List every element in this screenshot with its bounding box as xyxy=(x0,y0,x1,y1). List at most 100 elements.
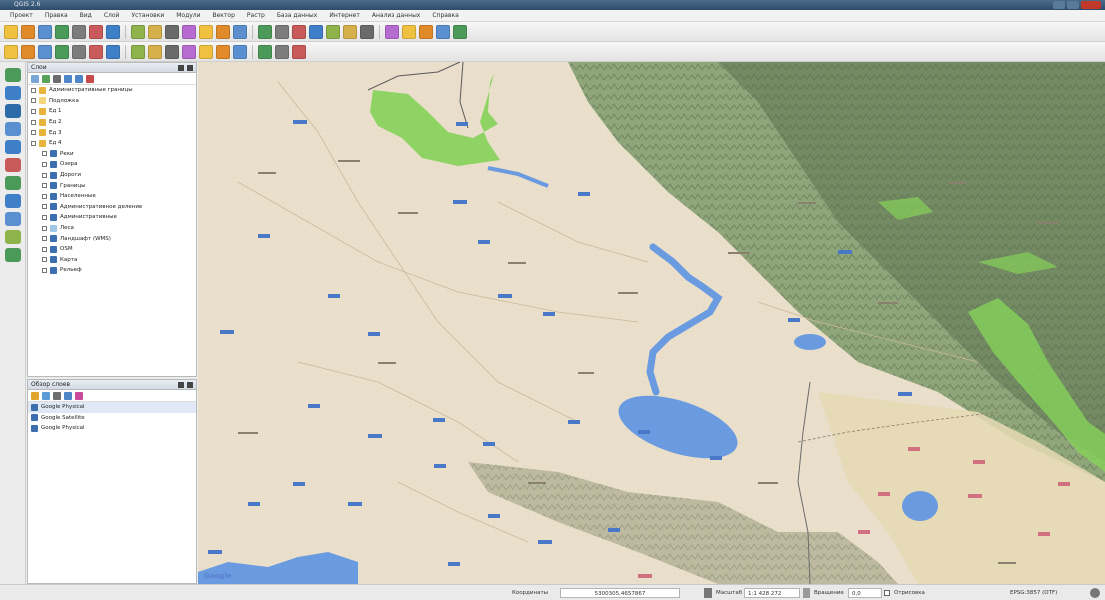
zoom-last-icon[interactable] xyxy=(233,24,247,39)
new-shapefile-icon[interactable] xyxy=(4,248,21,262)
text-annotation-icon[interactable] xyxy=(402,24,416,39)
menu-item[interactable]: Растр xyxy=(241,12,271,19)
menu-item[interactable]: Вид xyxy=(74,12,98,19)
paste-icon[interactable] xyxy=(165,44,179,59)
cut-icon[interactable] xyxy=(131,44,145,59)
menu-item[interactable]: Проект xyxy=(4,12,39,19)
save-edits-icon[interactable] xyxy=(38,44,52,59)
open-icon[interactable] xyxy=(21,24,35,39)
layer-row[interactable]: Административное деление xyxy=(28,202,196,213)
scale-field[interactable]: 1:1 428 272 xyxy=(744,588,800,598)
change-label-icon[interactable] xyxy=(275,44,289,59)
collapse-all-icon[interactable] xyxy=(75,75,83,83)
layer-row[interactable]: OSM xyxy=(28,244,196,255)
label-icon[interactable] xyxy=(182,44,196,59)
layer-visibility-checkbox[interactable] xyxy=(31,119,36,125)
layer-row[interactable]: Ед 2 xyxy=(28,117,196,128)
layer-row[interactable]: Ед 3 xyxy=(28,127,196,138)
add-wcs-icon[interactable] xyxy=(4,194,21,208)
add-wms-icon[interactable] xyxy=(4,176,21,190)
layer-row[interactable]: Озера xyxy=(28,159,196,170)
layer-visibility-checkbox[interactable] xyxy=(31,87,36,93)
zoom-in-icon[interactable] xyxy=(148,24,162,39)
remove-layer-icon[interactable] xyxy=(86,75,94,83)
save-as-icon[interactable] xyxy=(55,24,69,39)
add-delimited-text-icon[interactable] xyxy=(4,230,21,244)
measure-icon[interactable] xyxy=(385,24,399,39)
zoom-layer-icon[interactable] xyxy=(199,24,213,39)
expand-all-icon[interactable] xyxy=(64,75,72,83)
identify-icon[interactable] xyxy=(292,24,306,39)
layer-row[interactable]: Ландшафт (WMS) xyxy=(28,233,196,244)
menu-item[interactable]: Анализ данных xyxy=(366,12,427,19)
layer-row[interactable]: Границы xyxy=(28,180,196,191)
menu-item[interactable]: Правка xyxy=(39,12,74,19)
zoom-selection-icon[interactable] xyxy=(216,24,230,39)
layer-visibility-checkbox[interactable] xyxy=(42,204,47,210)
print-icon[interactable] xyxy=(72,24,86,39)
menu-item[interactable]: Установки xyxy=(125,12,170,19)
browser-row[interactable]: Google Physical xyxy=(28,423,196,434)
layer-row[interactable]: Административные границы xyxy=(28,85,196,96)
layer-row[interactable]: Реки xyxy=(28,149,196,160)
add-oracle-icon[interactable] xyxy=(4,158,21,172)
print-composer-icon[interactable] xyxy=(89,24,103,39)
node-tool-icon[interactable] xyxy=(89,44,103,59)
filter-icon[interactable] xyxy=(53,75,61,83)
map-render[interactable] xyxy=(198,62,1105,584)
layer-visibility-checkbox[interactable] xyxy=(42,267,47,273)
layer-visibility-checkbox[interactable] xyxy=(42,225,47,231)
new-icon[interactable] xyxy=(4,24,18,39)
add-feature-icon[interactable] xyxy=(55,44,69,59)
add-raster-icon[interactable] xyxy=(4,86,21,100)
pin-label-icon[interactable] xyxy=(199,44,213,59)
pencil-icon[interactable] xyxy=(21,44,35,59)
refresh-icon[interactable] xyxy=(42,392,50,400)
save-icon[interactable] xyxy=(38,24,52,39)
help-icon[interactable] xyxy=(453,24,467,39)
add-icon[interactable] xyxy=(31,392,39,400)
filter-icon[interactable] xyxy=(53,392,61,400)
layer-visibility-checkbox[interactable] xyxy=(42,193,47,199)
attribute-table-icon[interactable] xyxy=(343,24,357,39)
refresh-icon[interactable] xyxy=(275,24,289,39)
layer-row[interactable]: Ед 1 xyxy=(28,106,196,117)
bookmark-icon[interactable] xyxy=(436,24,450,39)
close-panel-icon[interactable] xyxy=(187,382,193,388)
add-spatialite-icon[interactable] xyxy=(4,122,21,136)
layer-row[interactable]: Дороги xyxy=(28,170,196,181)
float-panel-icon[interactable] xyxy=(178,65,184,71)
edit-icon[interactable] xyxy=(4,44,18,59)
layer-visibility-checkbox[interactable] xyxy=(31,98,36,104)
add-vector-icon[interactable] xyxy=(4,68,21,82)
menu-item[interactable]: Справка xyxy=(426,12,464,19)
copy-icon[interactable] xyxy=(148,44,162,59)
render-checkbox[interactable] xyxy=(884,588,892,598)
messages-icon[interactable] xyxy=(1090,588,1100,598)
rotate-label-icon[interactable] xyxy=(258,44,272,59)
layer-row[interactable]: Административные xyxy=(28,212,196,223)
select-icon[interactable] xyxy=(309,24,323,39)
layer-visibility-checkbox[interactable] xyxy=(31,140,36,146)
layer-row[interactable]: Леса xyxy=(28,223,196,234)
menu-item[interactable]: Модули xyxy=(170,12,206,19)
zoom-full-icon[interactable] xyxy=(182,24,196,39)
layer-row[interactable]: Рельеф xyxy=(28,265,196,276)
layer-visibility-checkbox[interactable] xyxy=(31,130,36,136)
pan-to-selection-icon[interactable] xyxy=(131,24,145,39)
layer-visibility-checkbox[interactable] xyxy=(42,161,47,167)
layer-row[interactable]: Населенные xyxy=(28,191,196,202)
pan-icon[interactable] xyxy=(106,24,120,39)
close-button[interactable] xyxy=(1081,1,1101,9)
minimize-button[interactable] xyxy=(1053,1,1065,9)
add-wfs-icon[interactable] xyxy=(4,212,21,226)
properties-icon[interactable] xyxy=(75,392,83,400)
rotation-field[interactable]: 0,0 xyxy=(848,588,882,598)
layer-visibility-checkbox[interactable] xyxy=(42,183,47,189)
add-postgis-icon[interactable] xyxy=(4,104,21,118)
close-panel-icon[interactable] xyxy=(187,65,193,71)
move-label-icon[interactable] xyxy=(233,44,247,59)
layer-visibility-checkbox[interactable] xyxy=(42,236,47,242)
coordinate-field[interactable]: 5300305,4657867 xyxy=(560,588,680,598)
layer-visibility-checkbox[interactable] xyxy=(42,246,47,252)
